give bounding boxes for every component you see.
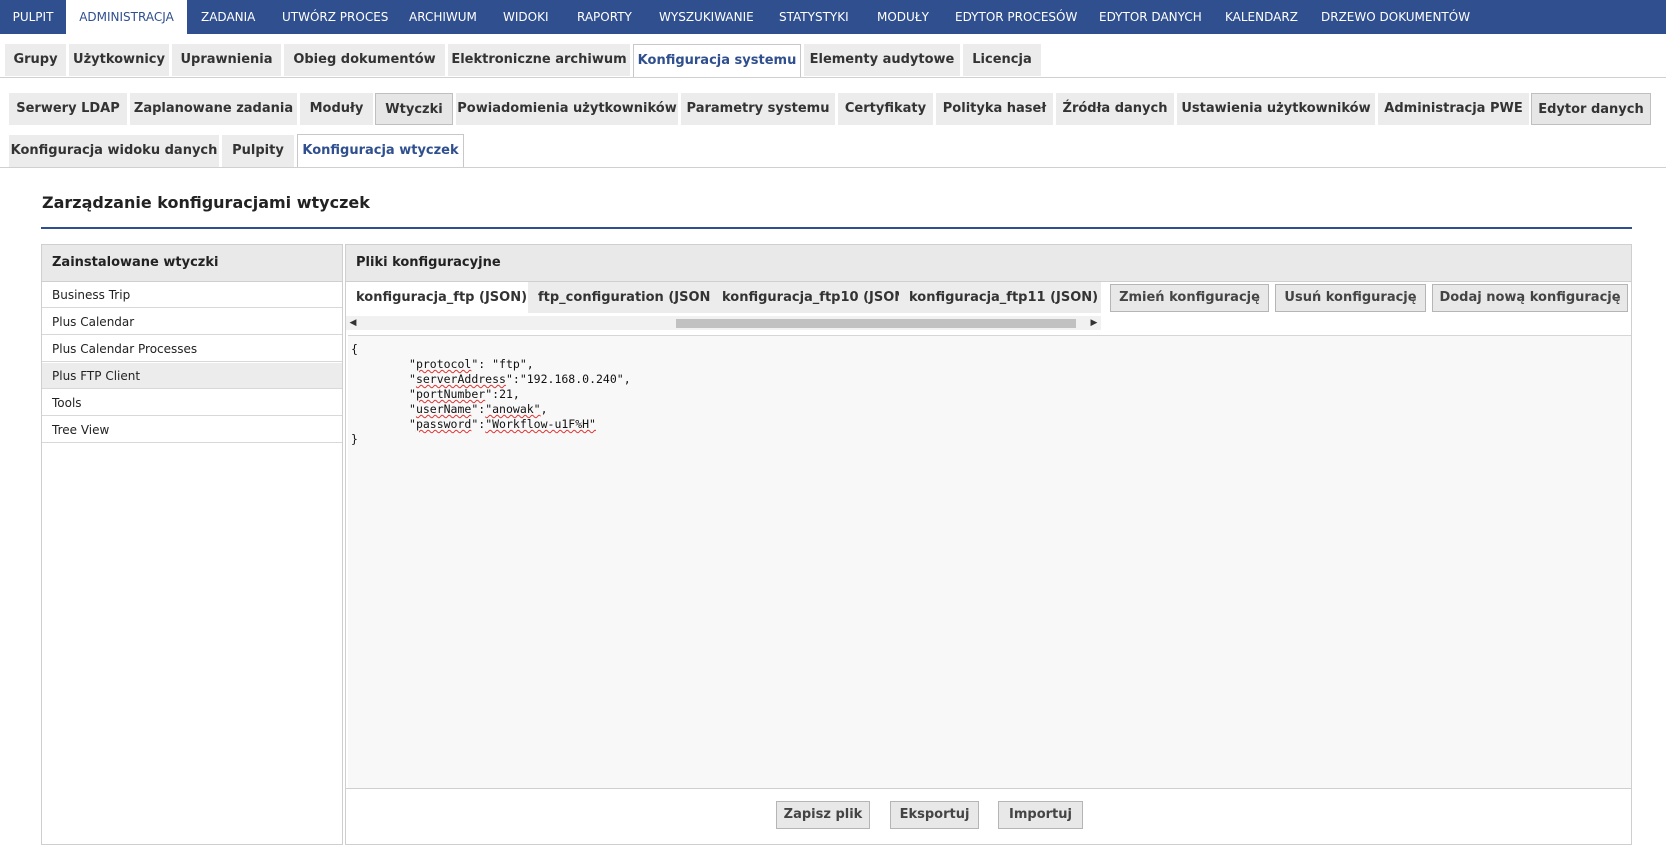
tab-zrodla-danych[interactable]: Źródła danych [1056,93,1174,125]
scroll-right-arrow-icon[interactable]: ▶ [1087,316,1101,330]
tab-uprawnienia[interactable]: Uprawnienia [172,44,281,76]
tab-serwery-ldap[interactable]: Serwery LDAP [9,93,127,125]
tab-konfiguracja-widoku-danych[interactable]: Konfiguracja widoku danych [9,135,219,167]
change-config-button[interactable]: Zmień konfigurację [1110,284,1269,312]
scroll-left-arrow-icon[interactable]: ◀ [346,316,360,330]
tab-administracja-pwe[interactable]: Administracja PWE [1378,93,1529,125]
editor-key-server-address: serverAddress [415,372,506,386]
tab-elementy-audytowe[interactable]: Elementy audytowe [804,44,960,76]
title-rule [41,227,1632,229]
import-button[interactable]: Importuj [998,801,1083,829]
tab-uzytkownicy[interactable]: Użytkownicy [69,44,169,76]
plugin-item-tools[interactable]: Tools [42,390,342,416]
editor-line-password: "password":"Workflow-u1F%H" [409,417,596,431]
nav-drzewo-dokumentow[interactable]: DRZEWO DOKUMENTÓW [1321,0,1470,34]
plugin-item-plus-calendar-processes[interactable]: Plus Calendar Processes [42,336,342,362]
file-tab-konfiguracja-ftp[interactable]: konfiguracja_ftp (JSON) [346,282,528,313]
tab-pulpity[interactable]: Pulpity [222,135,294,167]
editor-value-user-name: "anowak" [485,402,541,416]
editor-value-server-address: "192.168.0.240" [519,372,624,386]
config-editor[interactable]: { "protocol": "ftp", "serverAddress":"19… [348,335,1631,788]
editor-line-port-number: "portNumber":21, [409,387,520,401]
editor-line-server-address: "serverAddress":"192.168.0.240", [409,372,631,386]
editor-key-protocol: protocol [415,357,472,371]
tab-polityka-hasel[interactable]: Polityka haseł [936,93,1053,125]
config-tabs-divider [0,167,1666,168]
tab-zaplanowane-zadania[interactable]: Zaplanowane zadania [130,93,297,125]
save-file-button[interactable]: Zapisz plik [776,801,870,829]
nav-wyszukiwanie[interactable]: WYSZUKIWANIE [659,0,754,34]
editor-tail-port-number: , [512,387,520,401]
installed-plugins-panel: Zainstalowane wtyczki Business Trip Plus… [41,244,343,845]
tab-grupy[interactable]: Grupy [5,44,66,76]
plugin-item-tree-view[interactable]: Tree View [42,417,342,443]
nav-zadania[interactable]: ZADANIA [201,0,255,34]
tab-certyfikaty[interactable]: Certyfikaty [838,93,933,125]
editor-value-password: "Workflow-u1F%H" [485,417,596,431]
editor-close-brace: } [351,432,358,446]
editor-value-protocol: "ftp" [492,357,527,371]
nav-raporty[interactable]: RAPORTY [577,0,632,34]
tab-licencja[interactable]: Licencja [963,44,1041,76]
nav-administracja[interactable]: ADMINISTRACJA [66,0,187,34]
page-title: Zarządzanie konfiguracjami wtyczek [42,193,370,212]
tab-obieg-dokumentow[interactable]: Obieg dokumentów [284,44,445,76]
tab-elektroniczne-archiwum[interactable]: Elektroniczne archiwum [448,44,630,76]
add-config-button[interactable]: Dodaj nową konfigurację [1432,284,1628,312]
nav-widoki[interactable]: WIDOKI [503,0,549,34]
file-tab-ftp-configuration[interactable]: ftp_configuration (JSON) [528,282,710,313]
tab-konfiguracja-systemu[interactable]: Konfiguracja systemu [633,44,801,77]
installed-plugins-title: Zainstalowane wtyczki [42,245,342,282]
tab-wtyczki[interactable]: Wtyczki [375,93,453,125]
nav-pulpit[interactable]: PULPIT [0,0,66,34]
plugin-item-business-trip[interactable]: Business Trip [42,282,342,308]
export-button[interactable]: Eksportuj [890,801,979,829]
editor-sep-server-address: : [512,372,520,386]
nav-moduly[interactable]: MODUŁY [877,0,929,34]
editor-key-port-number: portNumber [415,387,486,401]
nav-archiwum[interactable]: ARCHIWUM [409,0,477,34]
editor-value-port-number: 21 [499,387,513,401]
editor-sep-protocol: : [478,357,493,371]
nav-edytor-procesow[interactable]: EDYTOR PROCESÓW [955,0,1077,34]
editor-open-brace: { [351,342,358,356]
config-files-panel: Pliki konfiguracyjne konfiguracja_ftp (J… [345,244,1632,845]
file-tab-konfiguracja-ftp10[interactable]: konfiguracja_ftp10 (JSON) [710,282,899,313]
editor-tail-server-address: , [623,372,631,386]
editor-key-password: password [415,417,472,431]
nav-statystyki[interactable]: STATYSTYKI [779,0,849,34]
plugin-item-plus-ftp-client[interactable]: Plus FTP Client [42,363,342,389]
plugin-item-plus-calendar[interactable]: Plus Calendar [42,309,342,335]
editor-tail-protocol: , [526,357,534,371]
tab-powiadomienia-uzytkownikow[interactable]: Powiadomienia użytkowników [456,93,678,125]
tab-parametry-systemu[interactable]: Parametry systemu [681,93,835,125]
nav-edytor-danych[interactable]: EDYTOR DANYCH [1099,0,1202,34]
tab-moduly[interactable]: Moduły [300,93,373,125]
nav-kalendarz[interactable]: KALENDARZ [1225,0,1298,34]
file-tabs-scrollbar[interactable]: ◀ ▶ [346,316,1101,330]
nav-utworz-proces[interactable]: UTWÓRZ PROCES [282,0,388,34]
editor-tail-user-name: , [540,402,548,416]
editor-footer: Zapisz plik Eksportuj Importuj [346,788,1631,844]
admin-tabs-divider [0,77,1666,78]
tab-konfiguracja-wtyczek[interactable]: Konfiguracja wtyczek [297,134,464,167]
editor-key-user-name: userName [415,402,472,416]
editor-line-protocol: "protocol": "ftp", [409,357,534,371]
scrollbar-thumb[interactable] [676,319,1076,328]
delete-config-button[interactable]: Usuń konfigurację [1275,284,1426,312]
top-navigation: PULPIT ADMINISTRACJA ZADANIA UTWÓRZ PROC… [0,0,1666,34]
tab-edytor-danych[interactable]: Edytor danych [1531,93,1651,125]
file-tab-konfiguracja-ftp11[interactable]: konfiguracja_ftp11 (JSON) [899,282,1101,313]
editor-line-user-name: "userName":"anowak", [409,402,548,416]
tab-ustawienia-uzytkownikow[interactable]: Ustawienia użytkowników [1177,93,1375,125]
config-files-title: Pliki konfiguracyjne [346,245,1631,282]
